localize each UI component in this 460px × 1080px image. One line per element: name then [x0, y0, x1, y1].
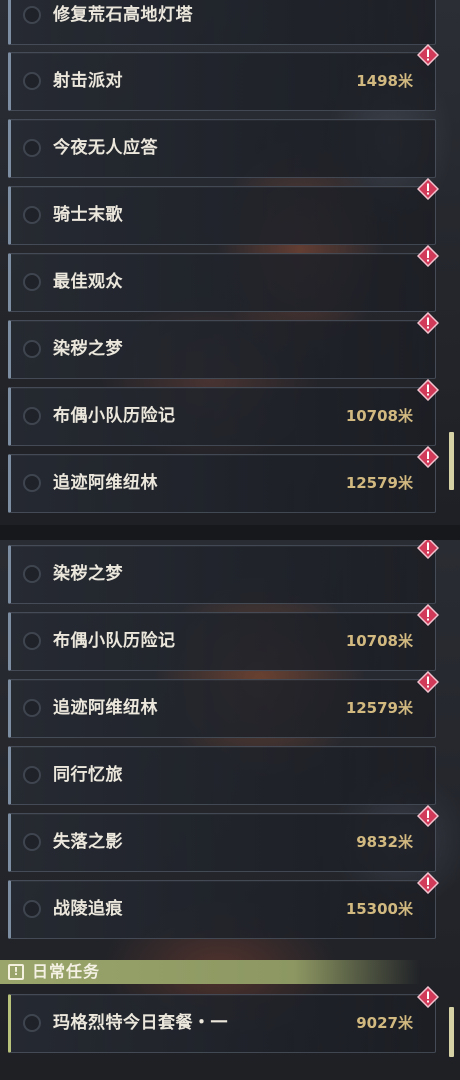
quest-name: 今夜无人应答 — [53, 138, 158, 158]
quest-item[interactable]: 今夜无人应答 — [8, 119, 436, 178]
quest-name: 失落之影 — [53, 832, 123, 852]
quest-item[interactable]: 战陵追痕 15300米 — [8, 872, 439, 939]
alert-diamond-icon — [417, 872, 439, 894]
radio-circle-icon[interactable] — [23, 6, 41, 24]
quest-item[interactable]: 失落之影 9832米 — [8, 805, 439, 872]
alert-diamond-icon — [417, 986, 439, 1008]
quest-name: 布偶小队历险记 — [53, 406, 176, 426]
radio-circle-icon[interactable] — [23, 766, 41, 784]
alert-diamond-icon — [417, 671, 439, 693]
quest-item[interactable]: 染秽之梦 — [8, 540, 439, 604]
quest-distance: 12579米 — [345, 699, 413, 717]
quest-item[interactable]: 染秽之梦 — [8, 312, 439, 379]
quest-distance: 12579米 — [345, 474, 413, 492]
alert-diamond-icon — [417, 446, 439, 468]
quest-name: 骑士末歌 — [53, 205, 123, 225]
quest-item[interactable]: 骑士末歌 — [8, 178, 439, 245]
quest-name: 战陵追痕 — [53, 899, 123, 919]
quest-item[interactable]: 追迹阿维纽林 12579米 — [8, 446, 439, 513]
daily-quest-item[interactable]: 玛格烈特今日套餐・一 9027米 — [8, 986, 439, 1053]
quest-list-panel-bottom: 染秽之梦 布偶小队历险记 10708米 追迹阿维纽林 12579米 同行忆旅 失… — [0, 540, 460, 1080]
radio-circle-icon[interactable] — [23, 632, 41, 650]
exclamation-box-icon: ! — [8, 964, 24, 980]
quest-distance: 9832米 — [356, 833, 413, 851]
quest-item[interactable]: 修复荒石高地灯塔 — [8, 0, 436, 45]
quest-name: 布偶小队历险记 — [53, 631, 176, 651]
alert-diamond-icon — [417, 245, 439, 267]
quest-name: 染秽之梦 — [53, 339, 123, 359]
radio-circle-icon[interactable] — [23, 206, 41, 224]
alert-diamond-icon — [417, 540, 439, 559]
alert-diamond-icon — [417, 44, 439, 66]
radio-circle-icon[interactable] — [23, 833, 41, 851]
alert-diamond-icon — [417, 379, 439, 401]
alert-diamond-icon — [417, 178, 439, 200]
quest-name: 射击派对 — [53, 71, 123, 91]
scrollbar-thumb[interactable] — [449, 432, 454, 490]
quest-name: 修复荒石高地灯塔 — [53, 5, 193, 25]
screenshot-divider — [0, 525, 460, 540]
daily-section-header[interactable]: ! 日常任务 — [0, 960, 420, 984]
quest-item[interactable]: 布偶小队历险记 10708米 — [8, 379, 439, 446]
radio-circle-icon[interactable] — [23, 340, 41, 358]
scrollbar-thumb[interactable] — [449, 1007, 454, 1057]
quest-name: 玛格烈特今日套餐・一 — [53, 1013, 228, 1033]
quest-distance: 15300米 — [345, 900, 413, 918]
radio-circle-icon[interactable] — [23, 699, 41, 717]
quest-distance: 9027米 — [356, 1014, 413, 1032]
radio-circle-icon[interactable] — [23, 407, 41, 425]
quest-item[interactable]: 射击派对 1498米 — [8, 44, 439, 111]
quest-name: 追迹阿维纽林 — [53, 473, 158, 493]
quest-list-panel-top: 修复荒石高地灯塔 射击派对 1498米 今夜无人应答 骑士末歌 最佳观众 染秽之… — [0, 0, 460, 525]
quest-distance: 1498米 — [356, 72, 413, 90]
quest-item[interactable]: 布偶小队历险记 10708米 — [8, 604, 439, 671]
radio-circle-icon[interactable] — [23, 565, 41, 583]
radio-circle-icon[interactable] — [23, 1014, 41, 1032]
quest-name: 染秽之梦 — [53, 564, 123, 584]
quest-item[interactable]: 追迹阿维纽林 12579米 — [8, 671, 439, 738]
radio-circle-icon[interactable] — [23, 72, 41, 90]
quest-distance: 10708米 — [345, 632, 413, 650]
quest-name: 最佳观众 — [53, 272, 123, 292]
quest-name: 同行忆旅 — [53, 765, 123, 785]
radio-circle-icon[interactable] — [23, 273, 41, 291]
quest-name: 追迹阿维纽林 — [53, 698, 158, 718]
alert-diamond-icon — [417, 312, 439, 334]
radio-circle-icon[interactable] — [23, 474, 41, 492]
alert-diamond-icon — [417, 604, 439, 626]
radio-circle-icon[interactable] — [23, 139, 41, 157]
quest-item[interactable]: 最佳观众 — [8, 245, 439, 312]
alert-diamond-icon — [417, 805, 439, 827]
quest-distance: 10708米 — [345, 407, 413, 425]
radio-circle-icon[interactable] — [23, 900, 41, 918]
section-title: 日常任务 — [32, 962, 101, 981]
quest-item[interactable]: 同行忆旅 — [8, 746, 436, 805]
